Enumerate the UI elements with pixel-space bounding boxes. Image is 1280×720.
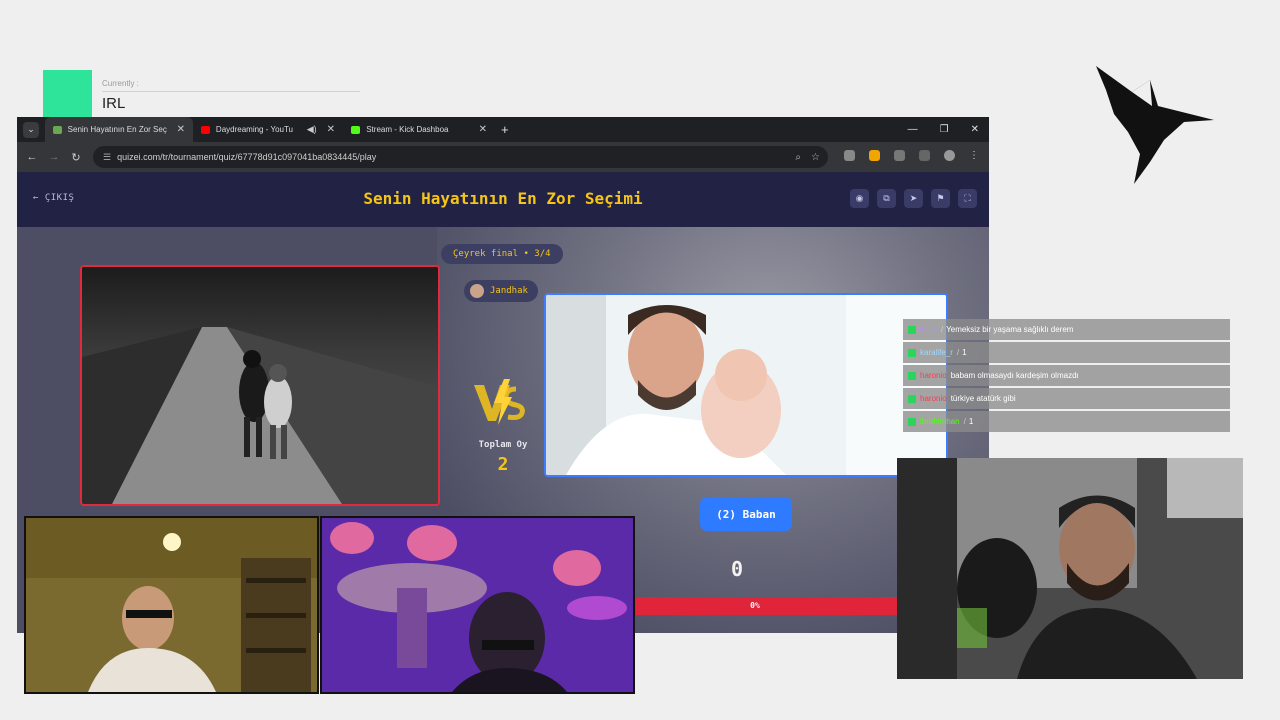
chat-username: lotus — [920, 325, 937, 334]
restore-icon[interactable]: ❐ — [940, 124, 949, 135]
category-name: IRL — [102, 95, 126, 112]
tab-search-icon[interactable]: ⌄ — [23, 121, 39, 138]
right-vote-count: 0 — [730, 557, 744, 581]
total-votes-label: Toplam Oy — [478, 440, 528, 450]
extensions-area: ⋮ — [844, 150, 979, 161]
eye-icon[interactable]: ◉ — [850, 189, 869, 208]
close-tab-icon[interactable]: ✕ — [177, 124, 185, 135]
speaker-icon[interactable]: ◀) — [307, 124, 317, 135]
chat-username: karalife_r — [920, 348, 953, 357]
fullscreen-icon[interactable]: ⛶ — [958, 189, 977, 208]
youtube-favicon-icon — [201, 125, 210, 134]
url-actions: ⌕ ☆ — [795, 152, 820, 163]
chat-message: ibrahimhan / 1 — [903, 411, 1230, 432]
url-field[interactable]: ☰ quizei.com/tr/tournament/quiz/67778d91… — [93, 146, 828, 168]
bird-logo-icon — [1096, 66, 1214, 184]
chat-message: karalife_r / 1 — [903, 342, 1230, 363]
url-text: quizei.com/tr/tournament/quiz/67778d91c0… — [117, 152, 377, 162]
chat-text: 1 — [962, 348, 967, 357]
minimize-icon[interactable]: — — [908, 124, 918, 135]
divider — [102, 91, 360, 92]
chat-text: babam olmasaydı kardeşim olmazdı — [950, 371, 1079, 380]
menu-icon[interactable]: ⋮ — [969, 150, 979, 161]
right-percent-label: 0% — [750, 601, 760, 610]
tab-title: Stream - Kick Dashboard — [366, 125, 449, 134]
zoom-icon[interactable]: ⌕ — [795, 152, 801, 163]
category-accent-block — [43, 70, 92, 118]
extension-icon[interactable] — [869, 150, 880, 161]
kick-favicon-icon — [351, 125, 361, 134]
tab-kick[interactable]: Stream - Kick Dashboard ✕ — [343, 117, 495, 142]
share-icon[interactable]: ⧉ — [877, 189, 896, 208]
tab-title: Daydreaming - YouTube — [215, 125, 293, 134]
new-tab-icon[interactable]: + — [501, 122, 509, 137]
bookmark-star-icon[interactable]: ☆ — [811, 152, 820, 163]
kick-badge-icon — [908, 394, 916, 403]
quiz-title: Senin Hayatının En Zor Seçimi — [363, 189, 643, 208]
total-votes-value: 2 — [497, 454, 509, 475]
round-badge: Çeyrek final • 3/4 — [441, 244, 563, 264]
chat-badge: / — [963, 417, 966, 426]
address-bar-row: ← → ↻ ☰ quizei.com/tr/tournament/quiz/67… — [17, 142, 989, 172]
chat-message: haronio türkiye atatürk gibi — [903, 388, 1230, 409]
choice-left-card[interactable] — [80, 265, 440, 506]
host-badge: Jandhak — [464, 280, 538, 302]
puzzle-icon[interactable] — [894, 150, 905, 161]
chat-overlay: lotus / Yemeksiz bir yaşama sağlıklı der… — [903, 319, 1230, 434]
chat-message: haronio babam olmasaydı kardeşim olmazdı — [903, 365, 1230, 386]
quiz-toolbar: ◉ ⧉ ➤ ⚑ ⛶ — [850, 189, 977, 208]
send-icon[interactable]: ➤ — [904, 189, 923, 208]
close-window-icon[interactable]: ✕ — [971, 124, 979, 135]
currently-label: Currently : — [102, 79, 139, 88]
forward-icon[interactable]: → — [43, 151, 65, 163]
webcam-guest-right — [320, 516, 635, 694]
webcam-feed — [897, 458, 1243, 679]
chat-badge: / — [940, 325, 944, 334]
quiz-header: ← ÇIKIŞ Senin Hayatının En Zor Seçimi ◉ … — [17, 172, 989, 227]
choose-right-button[interactable]: (2) Baban — [700, 497, 792, 531]
kick-badge-icon — [908, 348, 916, 357]
avatar — [470, 284, 484, 298]
chat-badge: / — [956, 348, 960, 357]
chat-username: ibrahimhan — [920, 417, 960, 426]
reload-icon[interactable]: ↻ — [65, 151, 87, 164]
host-name: Jandhak — [490, 286, 528, 296]
chat-username: haronio — [920, 371, 947, 380]
chat-username: haronio — [920, 394, 947, 403]
flag-icon[interactable]: ⚑ — [931, 189, 950, 208]
kick-badge-icon — [908, 325, 916, 334]
window-controls: — ❐ ✕ — [908, 117, 983, 142]
close-tab-icon[interactable]: ✕ — [479, 124, 487, 135]
chat-text: Yemeksiz bir yaşama sağlıklı derem — [946, 325, 1074, 334]
chat-text: 1 — [968, 417, 974, 426]
tab-strip: ⌄ Senin Hayatının En Zor Seçimi - ✕ Dayd… — [17, 117, 989, 142]
tab-youtube[interactable]: Daydreaming - YouTube ◀) ✕ — [193, 117, 343, 142]
kick-badge-icon — [908, 417, 916, 426]
webcam-streamer — [897, 458, 1243, 679]
webcam-guest-left — [24, 516, 319, 694]
category-panel: Currently : IRL — [102, 79, 360, 112]
back-icon[interactable]: ← — [21, 151, 43, 163]
tab-title: Senin Hayatının En Zor Seçimi - — [67, 125, 167, 134]
choice-right-card[interactable] — [544, 293, 948, 477]
webcam-feed — [26, 518, 317, 692]
webcam-feed — [322, 518, 633, 692]
chat-message: lotus / Yemeksiz bir yaşama sağlıklı der… — [903, 319, 1230, 340]
versus-icon — [474, 379, 525, 425]
quiz-favicon-icon — [53, 125, 62, 134]
tab-quiz[interactable]: Senin Hayatının En Zor Seçimi - ✕ — [45, 117, 193, 142]
close-tab-icon[interactable]: ✕ — [327, 124, 335, 135]
profile-avatar[interactable] — [944, 150, 955, 161]
extension-icon[interactable] — [844, 150, 855, 161]
kids-road-photo — [82, 267, 438, 504]
chat-text: türkiye atatürk gibi — [950, 394, 1016, 403]
kick-badge-icon — [908, 371, 916, 380]
media-icon[interactable] — [919, 150, 930, 161]
site-info-icon[interactable]: ☰ — [103, 152, 111, 163]
father-baby-photo — [546, 295, 946, 475]
